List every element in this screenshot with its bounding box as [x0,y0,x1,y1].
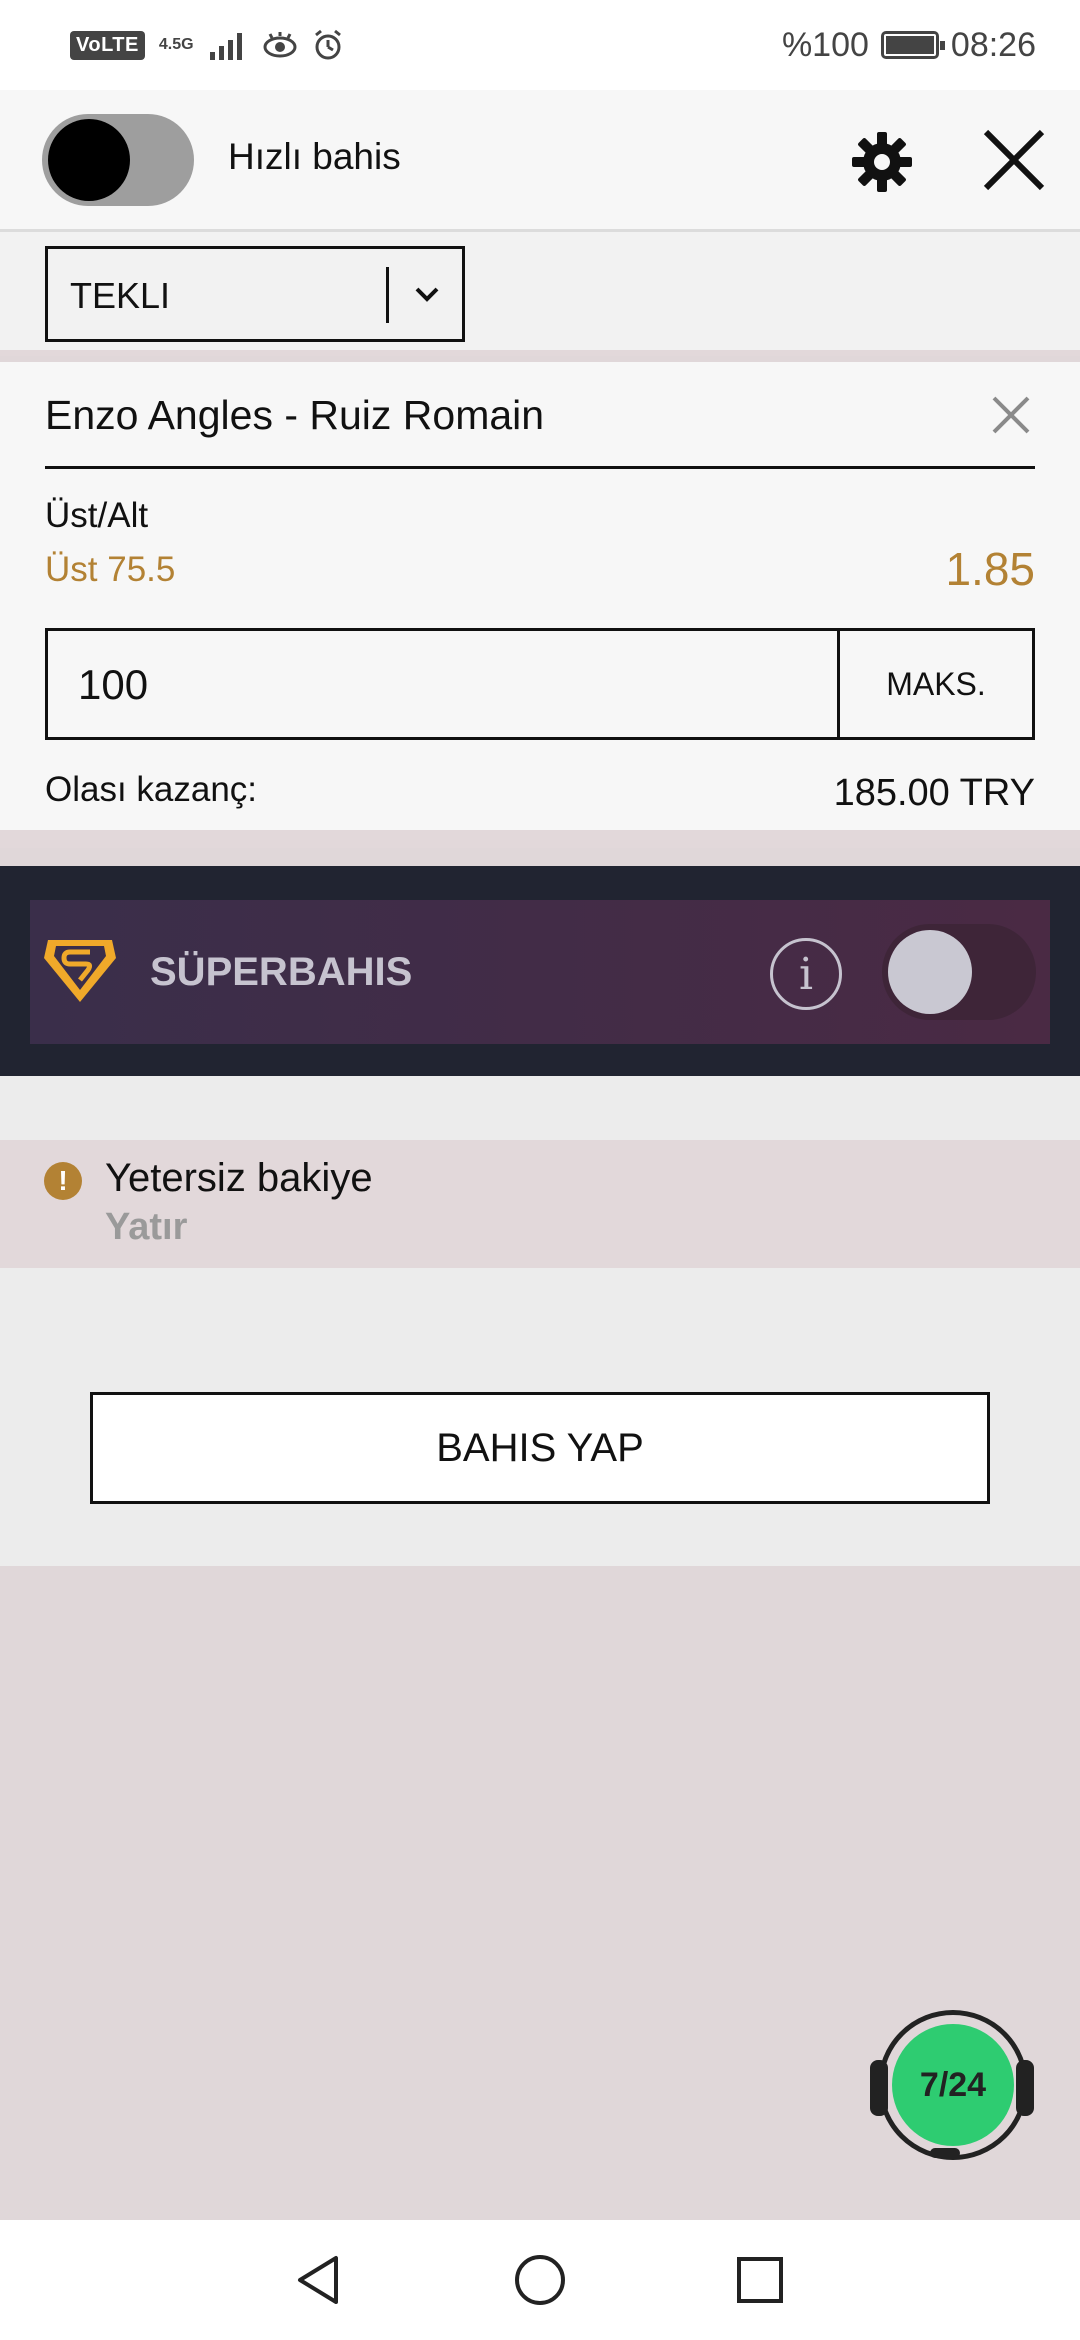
battery-icon [880,31,945,59]
clock: 08:26 [950,25,1036,64]
bet-type-row: TEKLI [0,232,1080,356]
status-bar: VoLTE 4.5G %100 08:26 [0,0,1080,90]
superbahis-logo-icon [44,940,116,1002]
headset-ear-right [1016,2060,1034,2116]
home-icon[interactable] [510,2250,570,2310]
balance-warning: ! Yetersiz bakiye Yatır [0,1140,1080,1268]
place-bet-area: BAHIS YAP [0,1268,1080,1566]
superbahis-section: SÜPERBAHIS i [0,866,1080,1076]
status-right: %100 08:26 [782,26,1036,65]
bet-type-value: TEKLI [70,275,171,316]
eye-icon [263,32,297,58]
quick-bet-label: Hızlı bahis [228,136,401,177]
back-icon[interactable] [290,2250,350,2310]
bet-card: Enzo Angles - Ruiz Romain Üst/Alt Üst 75… [0,362,1080,848]
deposit-link[interactable]: Yatır [105,1206,187,1249]
live-support-button[interactable]: 7/24 [870,2010,1034,2160]
network-type: 4.5G [158,36,194,53]
potential-win-label: Olası kazanç: [45,770,258,809]
place-bet-button[interactable]: BAHIS YAP [90,1392,990,1504]
toggle-knob [888,930,972,1014]
signal-icon [209,33,242,60]
stake-field[interactable]: 100 MAKS. [45,628,1035,740]
market-name: Üst/Alt [45,496,149,535]
superbahis-bar: SÜPERBAHIS i [30,900,1050,1044]
odds-value: 1.85 [945,543,1035,595]
superbahis-toggle[interactable] [882,924,1036,1020]
headset-mic [930,2148,960,2158]
gear-icon[interactable] [850,130,914,194]
potential-win-value: 185.00 TRY [833,772,1035,814]
info-icon[interactable]: i [770,938,842,1010]
match-name: Enzo Angles - Ruiz Romain [45,392,545,438]
recents-icon[interactable] [730,2250,790,2310]
support-badge: 7/24 [892,2024,1014,2146]
volte-indicator: VoLTE [70,30,145,60]
alarm-icon [314,29,341,60]
status-left: VoLTE 4.5G [70,29,344,61]
toggle-knob [48,119,130,201]
quick-bet-toggle[interactable] [42,114,194,206]
select-divider [386,267,389,323]
superbahis-title: SÜPERBAHIS [150,950,413,994]
system-nav-bar [0,2220,1080,2340]
stake-input[interactable]: 100 [78,661,148,709]
bet-type-select[interactable]: TEKLI [45,246,465,342]
headset-ear-left [870,2060,888,2116]
divider [45,466,1035,469]
max-stake-button[interactable]: MAKS. [837,631,1032,737]
chevron-down-icon [415,287,439,302]
warning-message: Yetersiz bakiye [105,1156,373,1200]
spacer [0,1076,1080,1140]
selection-name: Üst 75.5 [45,550,176,589]
remove-bet-icon[interactable] [988,392,1034,438]
betslip-header: Hızlı bahis [0,90,1080,232]
warning-icon: ! [44,1162,82,1200]
close-icon[interactable] [980,126,1048,194]
battery-percent: %100 [781,25,869,64]
